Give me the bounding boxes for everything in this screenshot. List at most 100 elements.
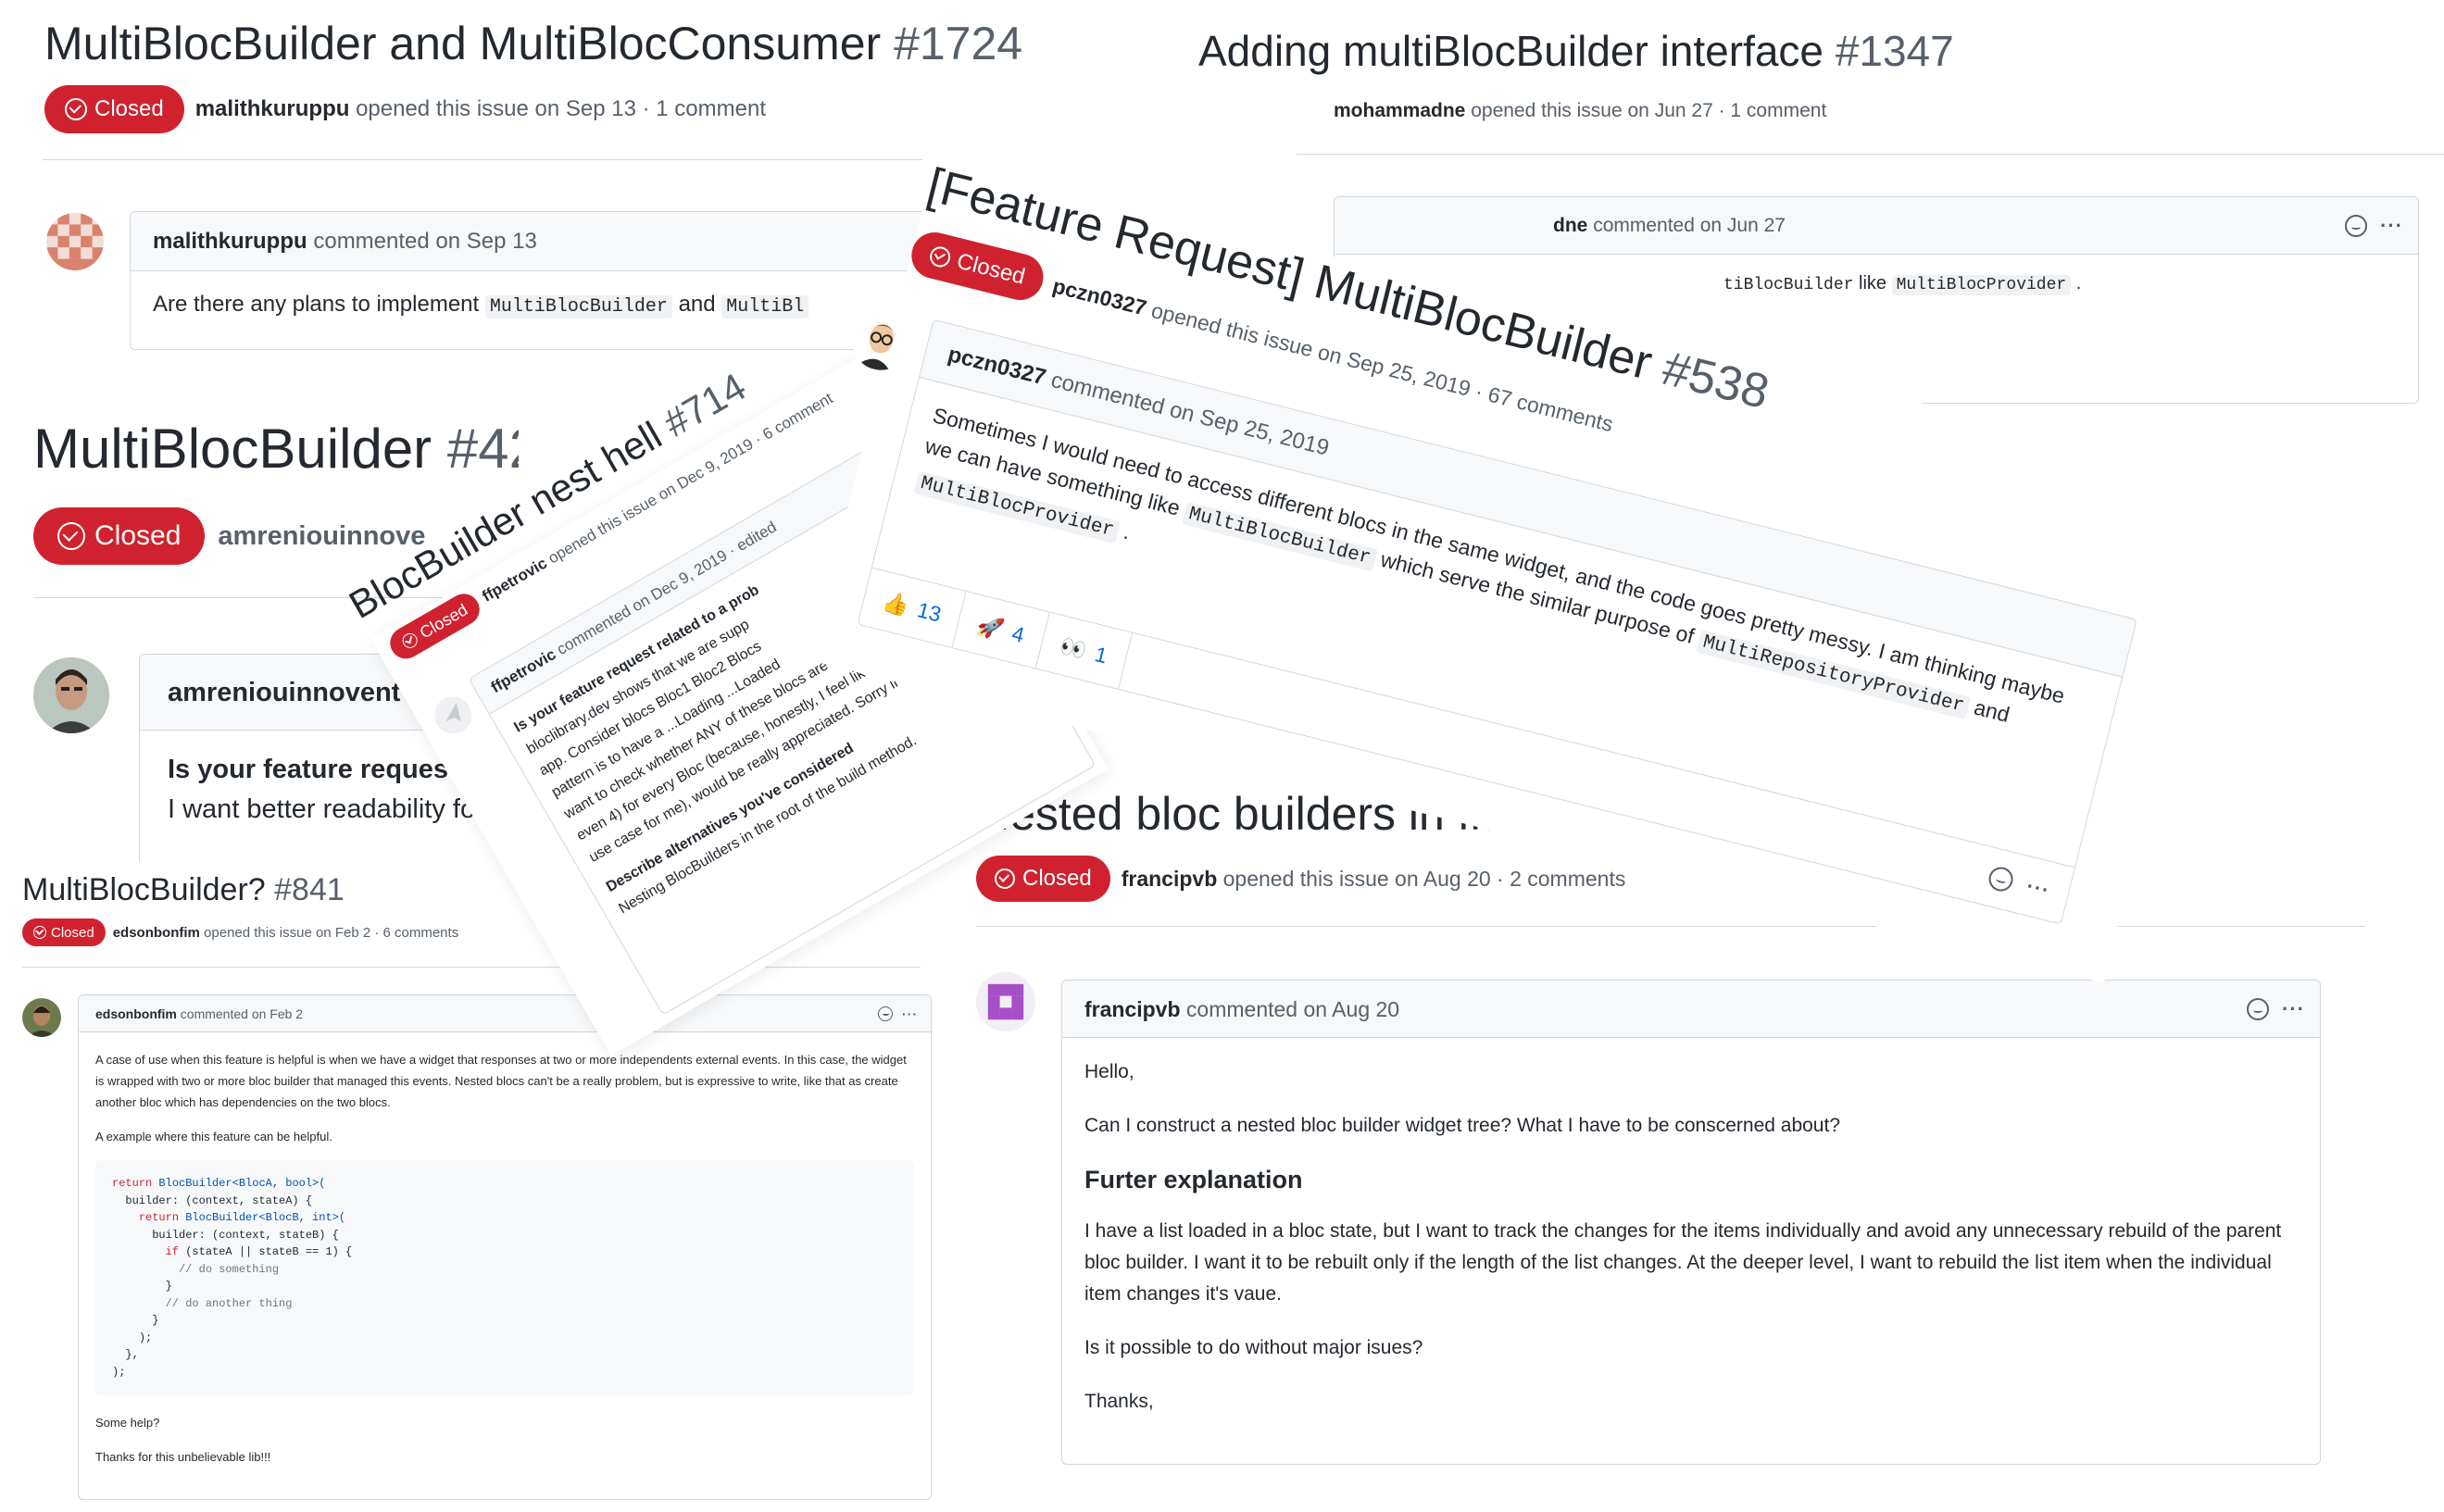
issue-title-text: MultiBlocBuilder and MultiBlocConsumer <box>44 18 882 69</box>
identicon-icon <box>976 972 1035 1031</box>
issue-meta-text: opened this issue on Feb 2 · 6 comments <box>204 924 459 941</box>
code-line: } <box>112 1278 897 1295</box>
more-options-icon[interactable]: ··· <box>2380 197 2403 255</box>
issue-author-link[interactable]: malithkuruppu <box>195 96 350 121</box>
code-block: return BlocBuilder<BlocA, bool>( builder… <box>95 1160 914 1395</box>
issue-meta: edsonbonfim opened this issue on Feb 2 ·… <box>113 925 459 941</box>
comment-author-link[interactable]: amreniouinnovent <box>168 678 400 707</box>
reaction-count: 1 <box>1092 641 1110 668</box>
user-photo-icon <box>22 998 61 1037</box>
comment-author-link[interactable]: dne <box>1553 215 1587 236</box>
status-label: Closed <box>416 599 471 643</box>
add-reaction-icon[interactable] <box>878 1006 893 1021</box>
comment-paragraph: A example where this feature can be help… <box>95 1130 332 1143</box>
reaction-count: 13 <box>915 596 945 627</box>
issue-meta: francipvb opened this issue on Aug 20 · … <box>1122 867 1626 892</box>
issue-title-text: MultiBlocBuilder? <box>22 872 266 907</box>
header-divider <box>22 967 921 968</box>
issue-author-link[interactable]: pczn0327 <box>1050 273 1149 319</box>
add-reaction-icon[interactable] <box>1986 864 2016 894</box>
code-block-content: return BlocBuilder<BlocA, bool>( builder… <box>112 1175 897 1381</box>
reaction-count: 4 <box>1009 620 1027 647</box>
comment-author-link[interactable]: malithkuruppu <box>153 229 307 254</box>
inline-code: MultiBl <box>721 295 809 319</box>
comment-paragraph: Thanks, <box>1084 1391 1154 1412</box>
issue-meta: mohammadne opened this issue on Jun 27 ·… <box>1334 100 1826 122</box>
status-label: Closed <box>954 248 1028 290</box>
issue-meta: malithkuruppu opened this issue on Sep 1… <box>195 96 766 122</box>
issue-title: MultiBlocBuilder #42 <box>33 417 519 481</box>
closed-status-badge: Closed <box>44 85 184 133</box>
issue-number: #1347 <box>1835 27 1954 75</box>
comment-actions: ··· <box>2247 981 2320 1037</box>
comment-text: Are there any plans to implement <box>153 292 480 317</box>
issue-author-link[interactable]: edsonbonfim <box>113 925 200 941</box>
avatar[interactable] <box>22 998 61 1037</box>
comment-author-link[interactable]: edsonbonfim <box>95 1006 177 1021</box>
code-keyword: if <box>165 1245 186 1258</box>
comment-heading: Furter explanation <box>1084 1166 1303 1193</box>
comment-actions: ··· <box>1986 864 2071 907</box>
comment-author-link[interactable]: francipvb <box>1084 997 1181 1021</box>
comment-paragraph: Can I construct a nested bloc builder wi… <box>1084 1115 1840 1136</box>
comment-body: A case of use when this feature is helpf… <box>79 1032 931 1484</box>
comment-paragraph: Thanks for this unbelievable lib!!! <box>95 1450 271 1464</box>
comment-body: tiBlocBuilder like MultiBlocProvider . <box>1335 255 2418 295</box>
code-line: return BlocBuilder<BlocA, bool>( <box>112 1175 897 1193</box>
more-options-icon[interactable]: ··· <box>902 995 918 1032</box>
code-text: builder: (context, stateB) { <box>152 1228 339 1242</box>
code-line: return BlocBuilder<BlocB, int>( <box>112 1209 897 1227</box>
issue-author-link[interactable]: mohammadne <box>1334 100 1465 121</box>
comment-actions: ··· <box>878 995 931 1031</box>
code-keyword: return <box>138 1211 186 1224</box>
closed-status-badge: Closed <box>22 918 106 946</box>
code-line: // do another thing <box>112 1295 897 1313</box>
status-label: Closed <box>94 520 182 551</box>
code-text: }, <box>125 1348 139 1361</box>
code-text: // do something <box>179 1262 280 1276</box>
header-divider <box>1297 154 2444 155</box>
reaction-thumbs-up[interactable]: 👍 13 <box>858 568 967 648</box>
avatar[interactable] <box>976 972 1035 1031</box>
issue-closed-icon <box>927 244 953 269</box>
inline-code: MultiBlocBuilder <box>484 295 672 319</box>
issue-title: Adding multiBlocBuilder interface #1347 <box>1198 26 1954 76</box>
issue-closed-icon <box>65 98 87 120</box>
avatar[interactable] <box>427 690 479 741</box>
header-divider <box>976 926 2365 927</box>
code-text: ); <box>138 1331 153 1344</box>
code-text: BlocBuilder<BlocB, int>( <box>185 1211 346 1224</box>
comment-author-link[interactable]: pczn0327 <box>946 342 1048 390</box>
add-reaction-icon[interactable] <box>2345 214 2368 237</box>
avatar[interactable] <box>33 657 109 733</box>
comment-paragraph: Is it possible to do without major isues… <box>1084 1337 1423 1358</box>
avatar[interactable] <box>46 213 104 270</box>
code-line: } <box>112 1312 897 1330</box>
issue-number: #1724 <box>894 18 1023 69</box>
code-text: } <box>152 1314 159 1327</box>
code-line: }, <box>112 1346 897 1364</box>
issue-author-link[interactable]: amreniouinnove <box>218 521 425 552</box>
eyes-icon: 👀 <box>1058 632 1090 663</box>
reaction-rocket[interactable]: 🚀 4 <box>952 592 1050 669</box>
issue-title-text: MultiBlocBuilder <box>33 418 432 480</box>
more-options-icon[interactable]: ··· <box>2282 981 2305 1038</box>
issue-closed-icon <box>33 926 46 939</box>
comment-text: like <box>1859 273 1887 294</box>
issue-number: #42 <box>446 418 519 480</box>
closed-status-badge: Closed <box>33 507 206 565</box>
add-reaction-icon[interactable] <box>2247 997 2270 1020</box>
comment-header: malithkuruppu commented on Sep 13 <box>131 212 925 271</box>
user-photo-icon <box>33 657 109 733</box>
code-line: builder: (context, stateA) { <box>112 1193 897 1210</box>
comment-body: Hello, Can I construct a nested bloc bui… <box>1062 1038 2320 1436</box>
more-options-icon[interactable]: ··· <box>2024 874 2052 903</box>
closed-status-badge: Closed <box>907 227 1048 306</box>
reaction-eyes[interactable]: 👀 1 <box>1035 612 1134 689</box>
code-line: ); <box>112 1330 897 1347</box>
comment-actions: ··· <box>2345 197 2418 254</box>
issue-author-link[interactable]: francipvb <box>1122 867 1218 891</box>
code-text: } <box>165 1280 172 1293</box>
status-label: Closed <box>1022 866 1092 891</box>
issue-number: #841 <box>274 872 345 907</box>
